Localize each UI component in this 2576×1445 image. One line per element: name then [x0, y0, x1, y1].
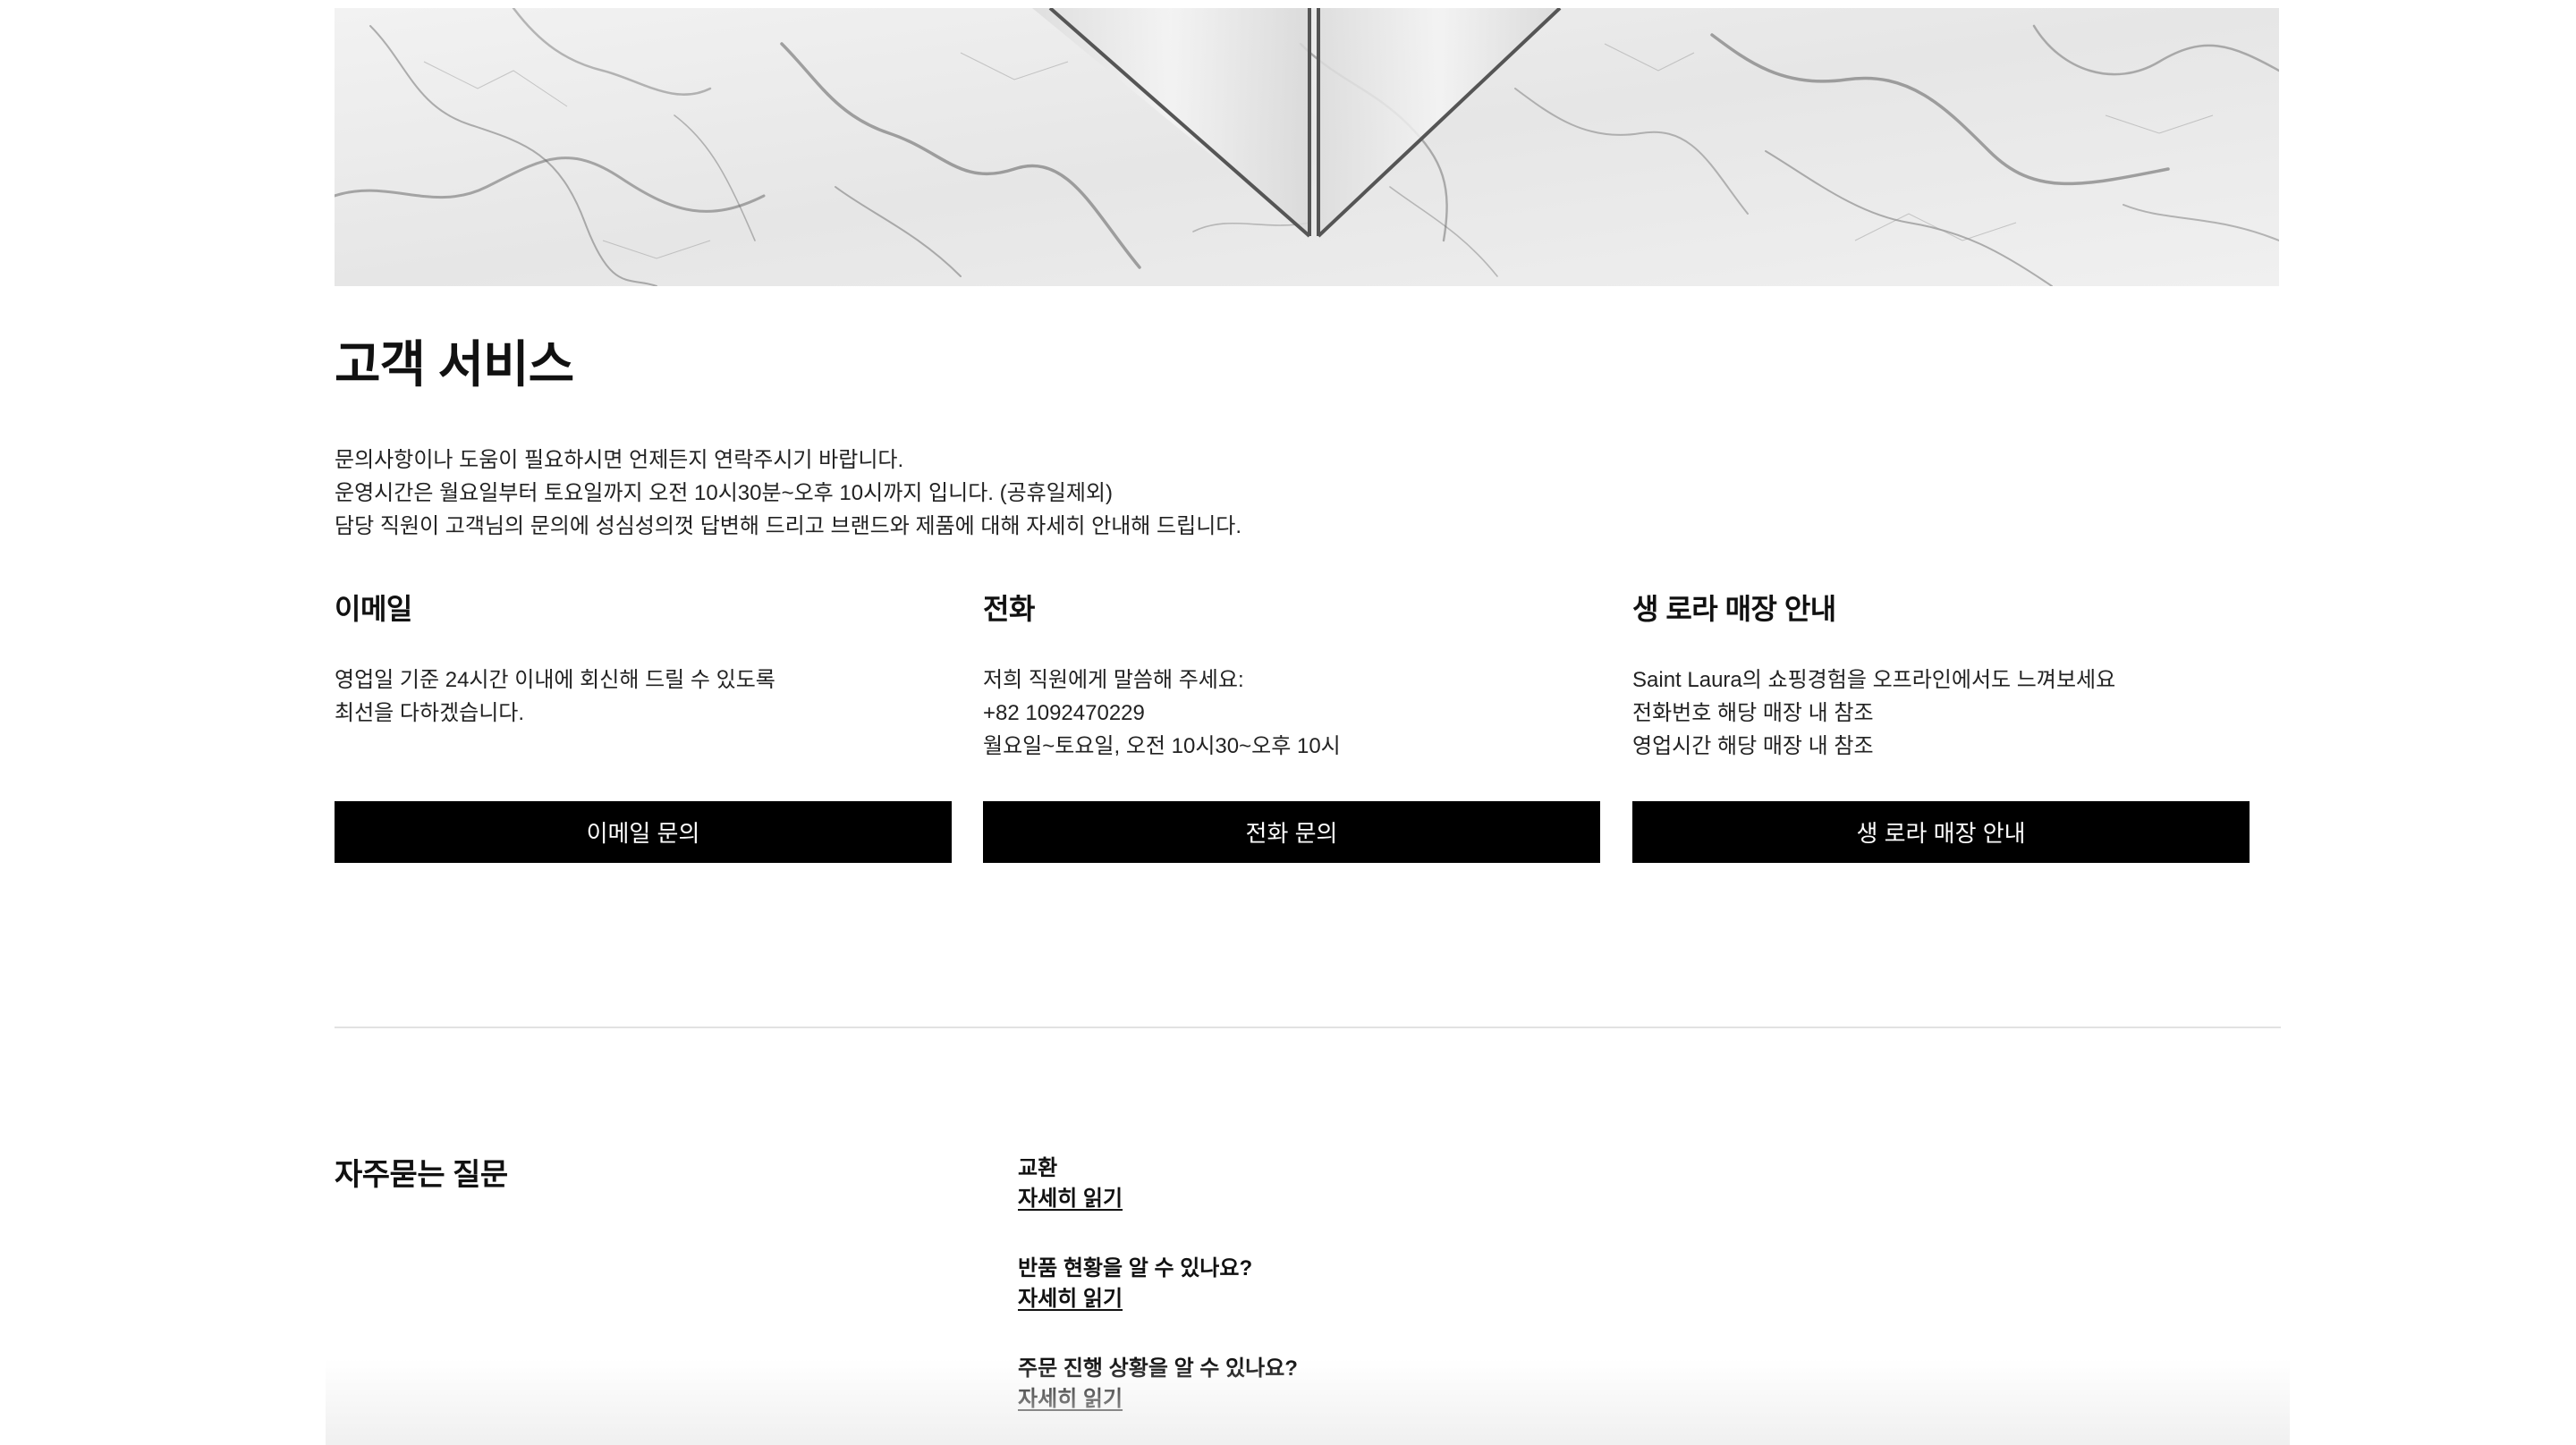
- store-locator-button[interactable]: 생 로라 매장 안내: [1632, 801, 2250, 863]
- phone-description-line: 저희 직원에게 말씀해 주세요:: [983, 668, 1244, 692]
- email-heading: 이메일: [335, 593, 412, 625]
- hero-banner-image: [335, 8, 2279, 286]
- store-description-line: Saint Laura의 쇼핑경험을 오프라인에서도 느껴보세요: [1632, 668, 2116, 692]
- faq-heading: 자주묻는 질문: [335, 1158, 508, 1192]
- email-description-line: 최선을 다하겠습니다.: [335, 701, 525, 725]
- page-title: 고객 서비스: [335, 336, 574, 393]
- faq-item: 반품 현황을 알 수 있나요? 자세히 읽기: [1018, 1254, 1252, 1314]
- store-hours-note: 영업시간 해당 매장 내 참조: [1632, 734, 1874, 758]
- faq-question: 교환: [1018, 1156, 1058, 1180]
- intro-line: 운영시간은 월요일부터 토요일까지 오전 10시30분~오후 10시까지 입니다…: [335, 481, 1113, 505]
- email-description: 영업일 기준 24시간 이내에 회신해 드릴 수 있도록 최선을 다하겠습니다.: [335, 663, 775, 730]
- faq-read-more-link[interactable]: 자세히 읽기: [1018, 1384, 1123, 1415]
- faq-question: 반품 현황을 알 수 있나요?: [1018, 1256, 1253, 1280]
- phone-hours: 월요일~토요일, 오전 10시30~오후 10시: [983, 734, 1341, 758]
- email-contact-section: 이메일 영업일 기준 24시간 이내에 회신해 드릴 수 있도록 최선을 다하겠…: [335, 588, 952, 863]
- email-inquiry-button[interactable]: 이메일 문의: [335, 801, 952, 863]
- intro-text: 문의사항이나 도움이 필요하시면 언제든지 연락주시기 바랍니다. 운영시간은 …: [335, 444, 1241, 543]
- faq-read-more-link[interactable]: 자세히 읽기: [1018, 1284, 1123, 1314]
- store-phone-note: 전화번호 해당 매장 내 참조: [1632, 701, 1874, 725]
- phone-contact-section: 전화 저희 직원에게 말씀해 주세요: +82 1092470229 월요일~토…: [983, 588, 1600, 863]
- bottom-fade-overlay: [326, 1359, 2290, 1445]
- section-divider: [335, 1027, 2281, 1028]
- faq-item: 주문 진행 상황을 알 수 있나요? 자세히 읽기: [1018, 1354, 1298, 1415]
- store-locator-section: 생 로라 매장 안내 Saint Laura의 쇼핑경험을 오프라인에서도 느껴…: [1632, 588, 2250, 863]
- faq-read-more-link[interactable]: 자세히 읽기: [1018, 1184, 1123, 1214]
- phone-number: +82 1092470229: [983, 701, 1145, 725]
- store-heading: 생 로라 매장 안내: [1632, 593, 1836, 625]
- intro-line: 담당 직원이 고객님의 문의에 성심성의껏 답변해 드리고 브랜드와 제품에 대…: [335, 514, 1242, 538]
- store-description: Saint Laura의 쇼핑경험을 오프라인에서도 느껴보세요 전화번호 해당…: [1632, 663, 2115, 763]
- phone-heading: 전화: [983, 593, 1035, 625]
- phone-description: 저희 직원에게 말씀해 주세요: +82 1092470229 월요일~토요일,…: [983, 663, 1341, 763]
- phone-inquiry-button[interactable]: 전화 문의: [983, 801, 1600, 863]
- faq-item: 교환 자세히 읽기: [1018, 1153, 1123, 1214]
- intro-line: 문의사항이나 도움이 필요하시면 언제든지 연락주시기 바랍니다.: [335, 448, 904, 472]
- marble-texture-image: [335, 8, 2279, 286]
- faq-question: 주문 진행 상황을 알 수 있나요?: [1018, 1356, 1298, 1381]
- email-description-line: 영업일 기준 24시간 이내에 회신해 드릴 수 있도록: [335, 668, 775, 692]
